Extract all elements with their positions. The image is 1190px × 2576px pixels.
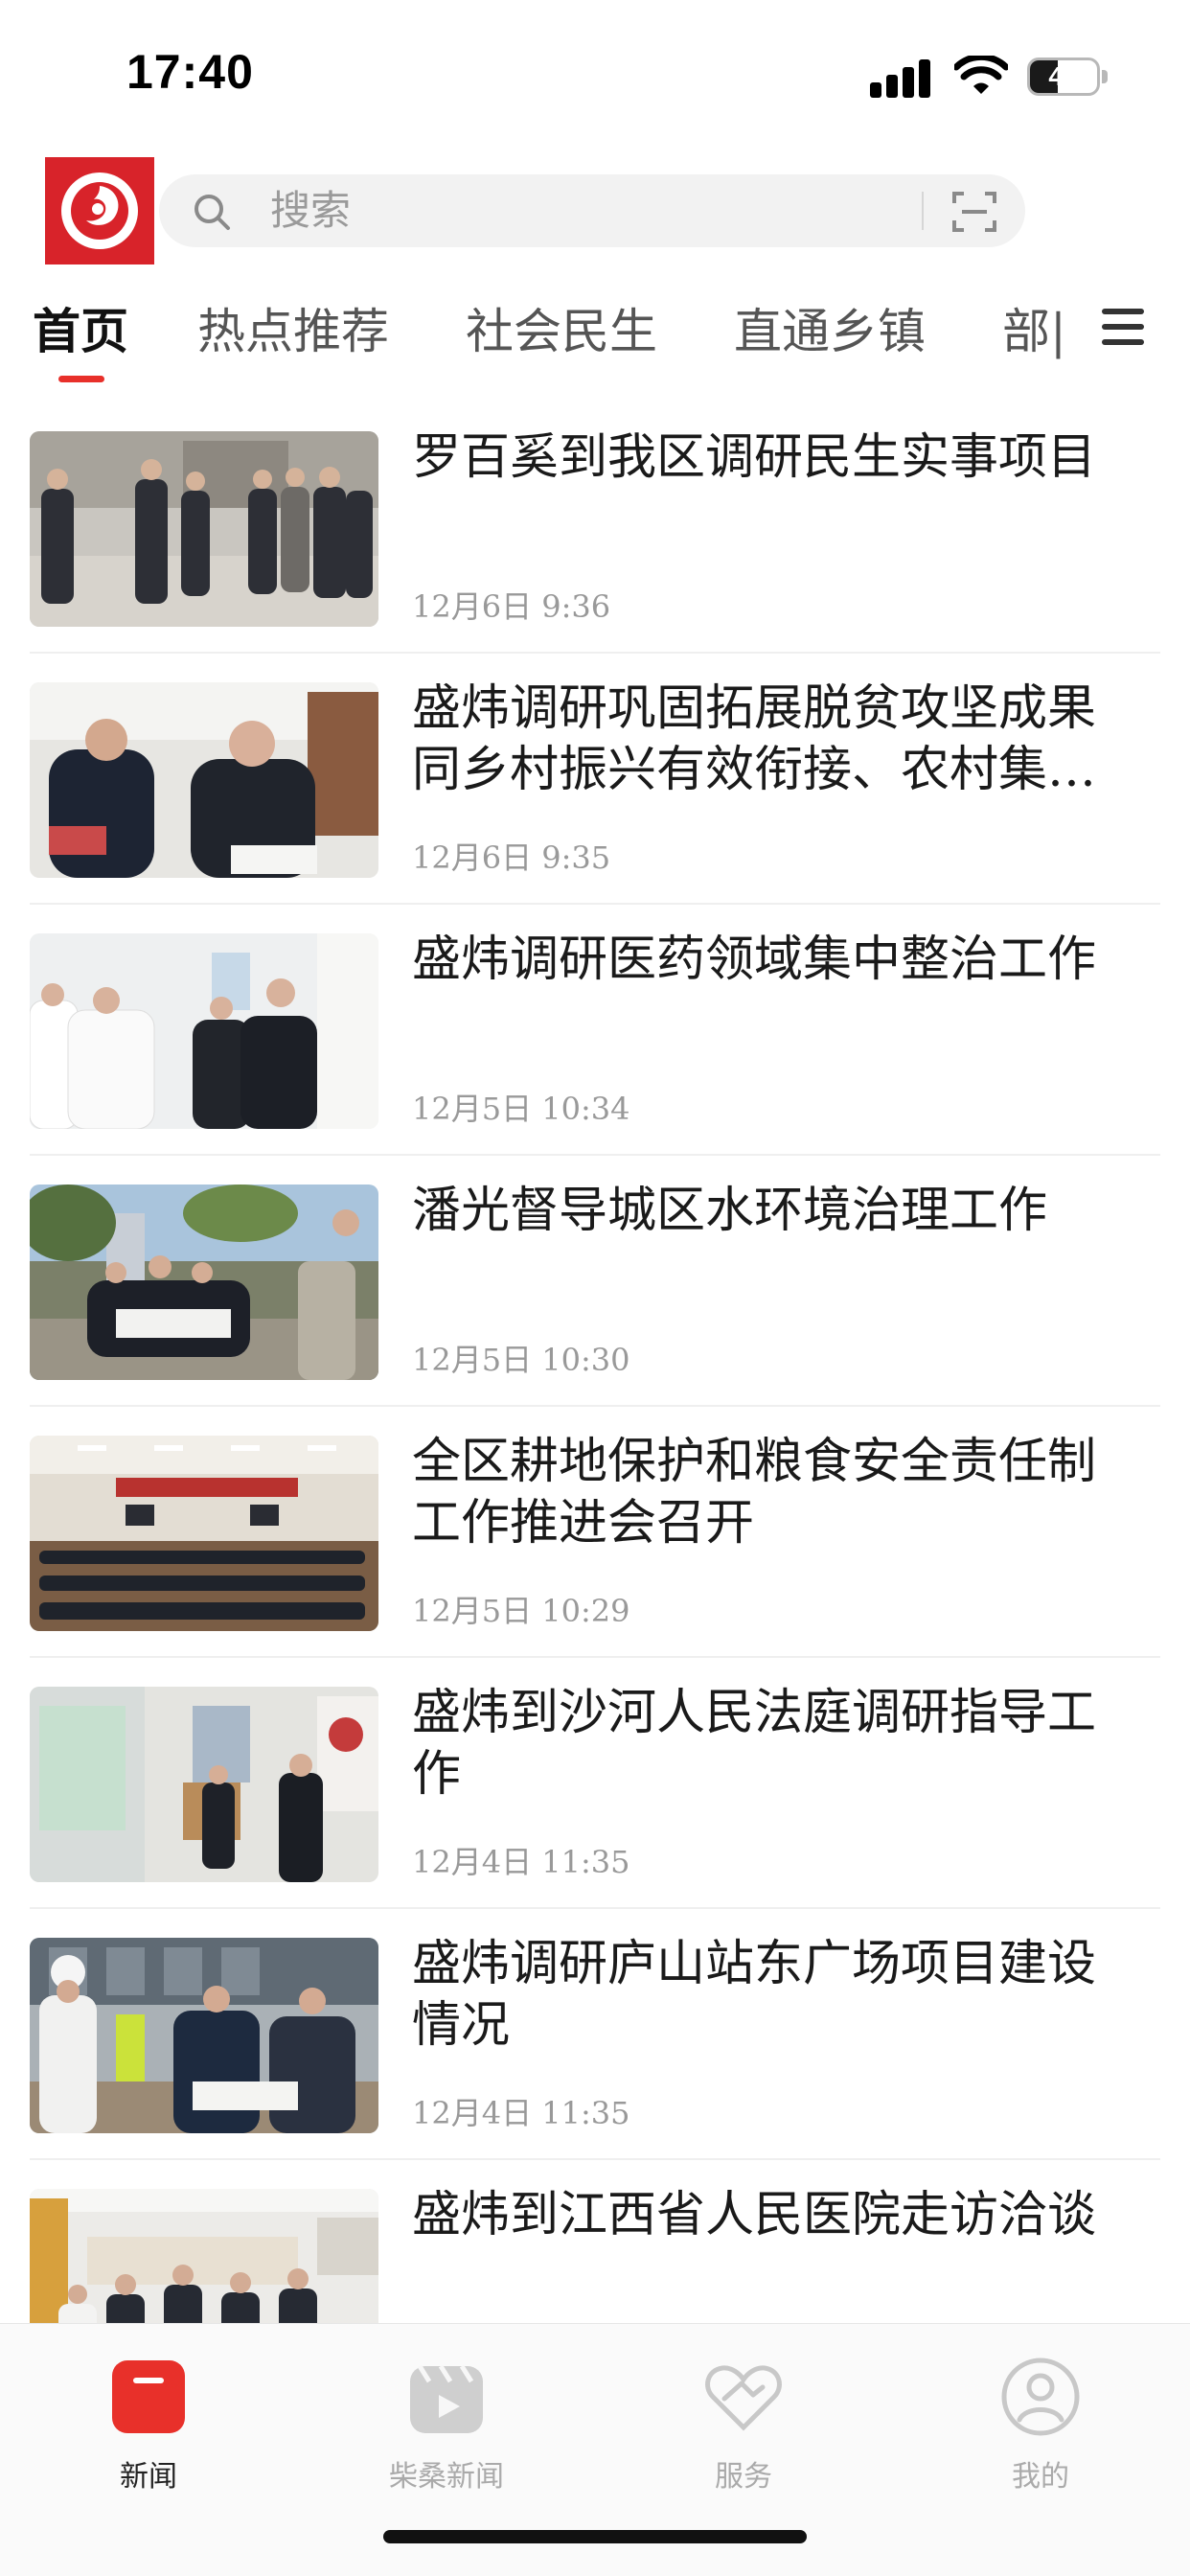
video-icon xyxy=(410,2364,483,2433)
news-icon xyxy=(112,2360,185,2433)
search-bar[interactable]: 搜索 xyxy=(159,174,1025,247)
nav-label: 服务 xyxy=(715,2460,772,2494)
news-date: 12月5日 10:30 xyxy=(412,1342,630,1378)
channel-menu-icon[interactable] xyxy=(1102,309,1146,347)
news-date: 12月4日 11:35 xyxy=(412,2095,630,2131)
news-item[interactable]: 盛炜到沙河人民法庭调研指导工作 12月4日 11:35 xyxy=(0,1658,1190,1909)
news-title[interactable]: 盛炜到沙河人民法庭调研指导工作 xyxy=(412,1683,1131,1806)
news-item[interactable]: 盛炜调研庐山站东广场项目建设情况 12月4日 11:35 xyxy=(0,1909,1190,2160)
news-item[interactable]: 全区耕地保护和粮食安全责任制工作推进会召开 12月5日 10:29 xyxy=(0,1407,1190,1658)
news-date: 12月5日 10:34 xyxy=(412,1091,630,1127)
active-tab-indicator xyxy=(58,376,104,382)
news-item[interactable]: 潘光督导城区水环境治理工作 12月5日 10:30 xyxy=(0,1156,1190,1407)
wifi-icon xyxy=(954,56,1008,94)
news-title[interactable]: 盛炜调研巩固拓展脱贫攻坚成果同乡村振兴有效衔接、农村集… xyxy=(412,678,1131,801)
news-title[interactable]: 盛炜到江西省人民医院走访洽谈 xyxy=(412,2185,1131,2246)
nav-label: 我的 xyxy=(1012,2460,1069,2494)
tab-hot-recommend[interactable]: 热点推荐 xyxy=(197,301,389,362)
news-thumbnail xyxy=(30,1184,378,1380)
news-thumbnail xyxy=(30,933,378,1129)
logo-emblem-icon xyxy=(61,172,138,249)
heart-hand-icon xyxy=(705,2365,782,2431)
status-bar: 17:40 41 xyxy=(0,0,1190,144)
app-logo[interactable] xyxy=(45,157,154,264)
tab-home[interactable]: 首页 xyxy=(33,301,128,362)
news-thumbnail xyxy=(30,431,378,627)
scan-icon[interactable] xyxy=(950,188,998,236)
battery-level: 41 xyxy=(1048,61,1079,91)
search-icon xyxy=(195,195,230,230)
news-title[interactable]: 潘光督导城区水环境治理工作 xyxy=(412,1181,1131,1242)
news-title[interactable]: 盛炜调研庐山站东广场项目建设情况 xyxy=(412,1934,1131,2057)
nav-services[interactable]: 服务 xyxy=(648,2339,839,2494)
nav-chaisang-news[interactable]: 柴桑新闻 xyxy=(351,2339,542,2494)
home-indicator xyxy=(383,2530,807,2543)
news-thumbnail xyxy=(30,1436,378,1631)
tab-departments[interactable]: 部| xyxy=(1002,301,1066,362)
search-input[interactable]: 搜索 xyxy=(270,188,351,234)
news-title[interactable]: 盛炜调研医药领域集中整治工作 xyxy=(412,930,1131,991)
news-date: 12月6日 9:36 xyxy=(412,588,611,625)
status-time: 17:40 xyxy=(126,45,254,99)
channel-tabs: 首页 热点推荐 社会民生 直通乡镇 部| xyxy=(0,288,1190,393)
nav-label: 柴桑新闻 xyxy=(389,2460,504,2494)
news-date: 12月4日 11:35 xyxy=(412,1844,630,1880)
nav-news[interactable]: 新闻 xyxy=(53,2339,244,2494)
cellular-signal-icon xyxy=(870,58,931,98)
news-item[interactable]: 罗百奚到我区调研民生实事项目 12月6日 9:36 xyxy=(0,402,1190,654)
news-thumbnail xyxy=(30,1938,378,2133)
news-item[interactable]: 盛炜调研巩固拓展脱贫攻坚成果同乡村振兴有效衔接、农村集… 12月6日 9:35 xyxy=(0,654,1190,905)
battery-icon: 41 xyxy=(1027,58,1108,96)
tab-social-livelihood[interactable]: 社会民生 xyxy=(466,301,657,362)
nav-label: 新闻 xyxy=(120,2460,177,2494)
nav-profile[interactable]: 我的 xyxy=(945,2339,1136,2494)
news-title[interactable]: 全区耕地保护和粮食安全责任制工作推进会召开 xyxy=(412,1432,1131,1554)
news-thumbnail xyxy=(30,682,378,878)
news-item[interactable]: 盛炜调研医药领域集中整治工作 12月5日 10:34 xyxy=(0,905,1190,1156)
search-divider xyxy=(922,192,924,230)
news-thumbnail xyxy=(30,1687,378,1882)
news-date: 12月6日 9:35 xyxy=(412,840,611,876)
news-title[interactable]: 罗百奚到我区调研民生实事项目 xyxy=(412,427,1131,489)
news-date: 12月5日 10:29 xyxy=(412,1593,630,1629)
tab-township[interactable]: 直通乡镇 xyxy=(734,301,926,362)
profile-icon xyxy=(1001,2358,1080,2436)
